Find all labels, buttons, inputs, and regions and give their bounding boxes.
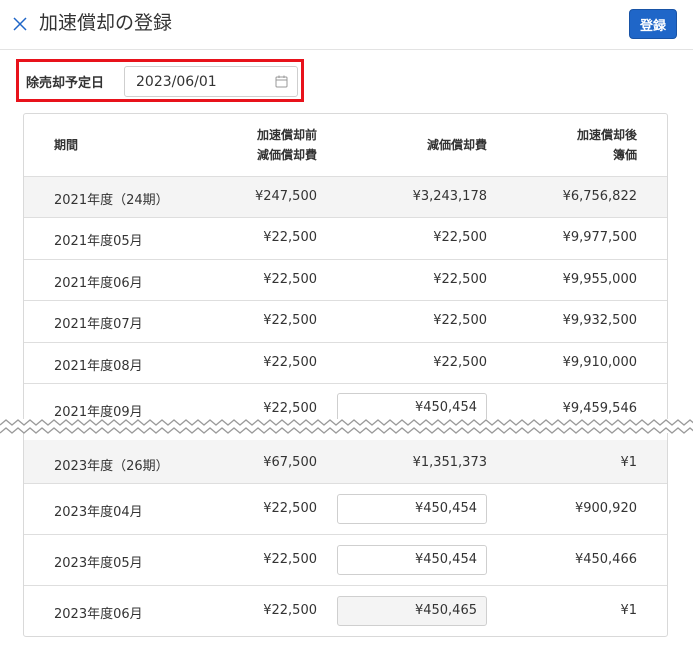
calendar-icon[interactable] xyxy=(275,75,288,88)
after-cell: ¥9,910,000 xyxy=(562,355,637,370)
sale-date-value: 2023/06/01 xyxy=(136,74,217,90)
period-cell: 2021年度06月 xyxy=(54,276,143,291)
column-header-after-line1: 加速償却後 xyxy=(576,128,637,142)
period-cell: 2023年度04月 xyxy=(54,505,143,520)
table-row: 2023年度06月 ¥22,500 ¥450,465 ¥1 xyxy=(24,586,667,636)
dialog-header: 加速償却の登録 登録 xyxy=(0,0,693,50)
after-cell: ¥900,920 xyxy=(574,501,637,516)
after-cell: ¥1 xyxy=(620,603,637,618)
close-button[interactable] xyxy=(11,15,29,33)
before-cell: ¥22,500 xyxy=(263,603,317,618)
depreciation-input[interactable]: ¥450,454 xyxy=(337,494,487,524)
period-cell: 2021年度08月 xyxy=(54,359,143,374)
before-cell: ¥22,500 xyxy=(263,272,317,287)
after-cell: ¥450,466 xyxy=(574,552,637,567)
before-cell: ¥22,500 xyxy=(263,401,317,416)
depreciation-cell: ¥3,243,178 xyxy=(412,189,487,204)
period-cell: 2021年度（24期） xyxy=(54,193,169,208)
period-cell: 2021年度05月 xyxy=(54,234,143,249)
table-header-row: 期間 加速償却前 減価償却費 減価償却費 加速償却後 簿価 xyxy=(24,114,667,177)
before-cell: ¥67,500 xyxy=(263,455,317,470)
after-cell: ¥9,459,546 xyxy=(562,401,637,416)
before-cell: ¥22,500 xyxy=(263,501,317,516)
period-cell: 2023年度（26期） xyxy=(54,459,169,474)
sale-date-field-group: 除売却予定日 2023/06/01 xyxy=(16,59,304,102)
table-omission-cut xyxy=(0,419,693,434)
before-cell: ¥247,500 xyxy=(254,189,317,204)
table-row: 2021年度08月 ¥22,500 ¥22,500 ¥9,910,000 xyxy=(24,343,667,384)
after-cell: ¥9,955,000 xyxy=(562,272,637,287)
period-cell: 2021年度07月 xyxy=(54,317,143,332)
after-cell: ¥9,932,500 xyxy=(562,313,637,328)
column-header-after-line2: 簿価 xyxy=(612,148,637,162)
after-cell: ¥1 xyxy=(620,455,637,470)
depreciation-cell: ¥1,351,373 xyxy=(412,455,487,470)
table-row: 2023年度05月 ¥22,500 ¥450,454 ¥450,466 xyxy=(24,535,667,586)
before-cell: ¥22,500 xyxy=(263,552,317,567)
column-header-after: 加速償却後 簿価 xyxy=(577,125,637,165)
after-cell: ¥9,977,500 xyxy=(562,230,637,245)
depreciation-input-disabled: ¥450,465 xyxy=(337,596,487,626)
table-row: 2021年度07月 ¥22,500 ¥22,500 ¥9,932,500 xyxy=(24,301,667,343)
table-row: 2023年度04月 ¥22,500 ¥450,454 ¥900,920 xyxy=(24,484,667,535)
table-row: 2023年度（26期） ¥67,500 ¥1,351,373 ¥1 xyxy=(24,440,667,484)
depreciation-cell: ¥22,500 xyxy=(433,272,487,287)
sale-date-input[interactable]: 2023/06/01 xyxy=(124,66,298,97)
depreciation-cell: ¥22,500 xyxy=(433,355,487,370)
column-header-period: 期間 xyxy=(54,138,79,152)
column-header-depreciation: 減価償却費 xyxy=(426,138,487,152)
column-header-before-line1: 加速償却前 xyxy=(256,128,317,142)
table-row: 2021年度05月 ¥22,500 ¥22,500 ¥9,977,500 xyxy=(24,218,667,260)
close-icon xyxy=(13,17,27,31)
sale-date-label: 除売却予定日 xyxy=(26,76,105,91)
before-cell: ¥22,500 xyxy=(263,313,317,328)
before-cell: ¥22,500 xyxy=(263,355,317,370)
period-cell: 2023年度05月 xyxy=(54,556,143,571)
depreciation-cell: ¥22,500 xyxy=(433,230,487,245)
depreciation-cell: ¥22,500 xyxy=(433,313,487,328)
before-cell: ¥22,500 xyxy=(263,230,317,245)
column-header-before-line2: 減価償却費 xyxy=(256,148,317,162)
after-cell: ¥6,756,822 xyxy=(562,189,637,204)
period-cell: 2023年度06月 xyxy=(54,607,143,622)
depreciation-table: 期間 加速償却前 減価償却費 減価償却費 加速償却後 簿価 2021年度（24期… xyxy=(23,113,668,637)
table-row: 2021年度（24期） ¥247,500 ¥3,243,178 ¥6,756,8… xyxy=(24,177,667,218)
column-header-before: 加速償却前 減価償却費 xyxy=(257,125,317,165)
depreciation-input[interactable]: ¥450,454 xyxy=(337,545,487,575)
page-title: 加速償却の登録 xyxy=(39,12,173,34)
table-row: 2021年度06月 ¥22,500 ¥22,500 ¥9,955,000 xyxy=(24,260,667,301)
register-button[interactable]: 登録 xyxy=(629,9,677,39)
